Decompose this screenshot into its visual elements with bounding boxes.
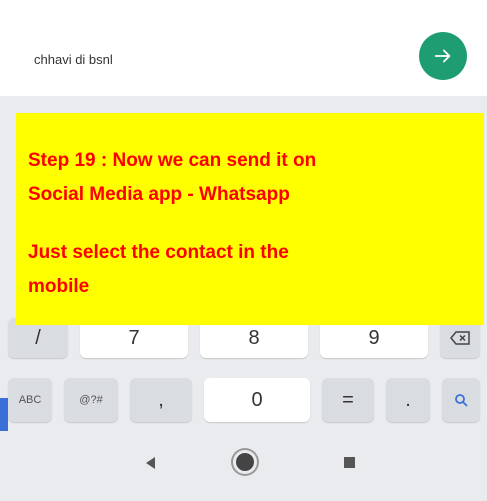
search-key[interactable]	[442, 378, 480, 422]
backspace-icon	[450, 331, 470, 345]
key-equals[interactable]: =	[322, 378, 374, 422]
step-text-line1: Step 19 : Now we can send it on	[28, 150, 317, 171]
search-icon	[455, 394, 468, 407]
step-text-line2: Social Media app - Whatsapp	[28, 184, 290, 205]
key-label: /	[35, 326, 41, 349]
key-label: ,	[158, 388, 164, 411]
key-label: 8	[248, 326, 260, 349]
key-period[interactable]: .	[386, 378, 430, 422]
key-label: ABC	[18, 394, 42, 406]
step-text-line4: mobile	[28, 276, 90, 297]
navigation-bar	[0, 431, 487, 501]
recent-square-icon[interactable]	[344, 457, 355, 468]
key-label: 7	[128, 326, 140, 349]
key-label: 0	[251, 388, 263, 411]
key-label: 9	[368, 326, 380, 349]
search-bar: chhavi di bsnl	[0, 0, 487, 100]
arrow-right-icon	[434, 49, 451, 63]
instruction-overlay: Step 19 : Now we can send it on Social M…	[16, 113, 484, 325]
key-label: =	[342, 388, 354, 411]
home-circle-icon[interactable]	[236, 453, 254, 471]
key-label: @?#	[79, 394, 103, 406]
send-button[interactable]	[419, 32, 467, 80]
key-0[interactable]: 0	[204, 378, 310, 422]
back-triangle-icon[interactable]	[146, 457, 155, 469]
search-input[interactable]: chhavi di bsnl	[34, 52, 113, 67]
key-symbols[interactable]: @?#	[64, 378, 118, 422]
step-text-line3: Just select the contact in the	[28, 242, 289, 263]
key-label: .	[405, 388, 411, 411]
key-comma[interactable]: ,	[130, 378, 192, 422]
key-abc[interactable]: ABC	[8, 378, 52, 422]
